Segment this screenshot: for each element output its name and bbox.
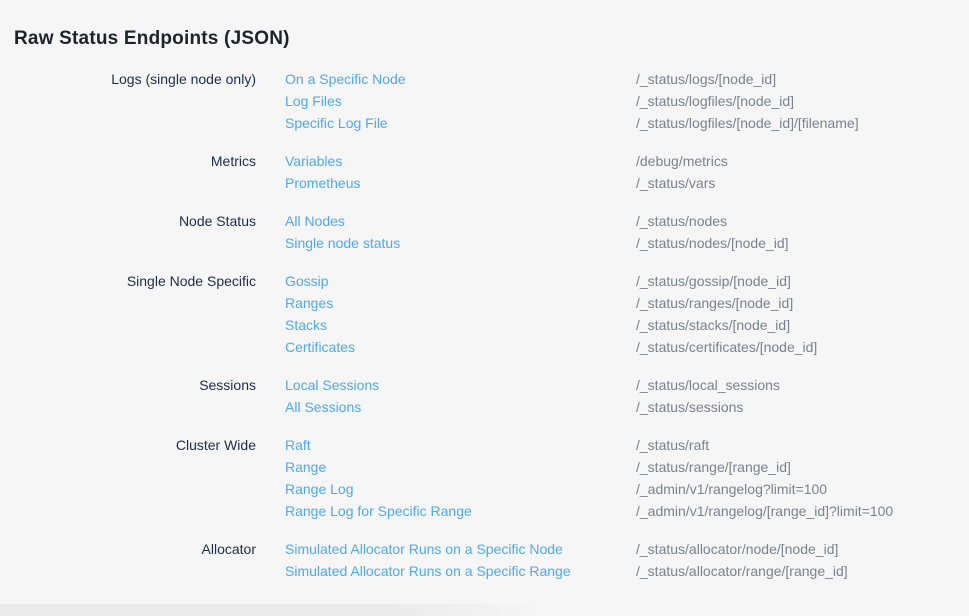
endpoint-link[interactable]: Gossip [285, 273, 329, 289]
endpoint-row: Prometheus /_status/vars [256, 172, 969, 194]
endpoint-path: /debug/metrics [636, 150, 728, 172]
category-label: Single Node Specific [0, 270, 256, 358]
endpoint-row: Local Sessions /_status/local_sessions [256, 374, 969, 396]
group-rows: All Nodes /_status/nodes Single node sta… [256, 210, 969, 254]
endpoint-path: /_status/certificates/[node_id] [636, 336, 817, 358]
endpoint-group: Logs (single node only) On a Specific No… [0, 68, 969, 134]
endpoint-path: /_status/gossip/[node_id] [636, 270, 791, 292]
endpoint-group: Single Node Specific Gossip /_status/gos… [0, 270, 969, 358]
endpoint-row: Certificates /_status/certificates/[node… [256, 336, 969, 358]
endpoint-group: Cluster Wide Raft /_status/raft Range /_… [0, 434, 969, 522]
endpoint-row: Simulated Allocator Runs on a Specific N… [256, 538, 969, 560]
endpoint-path: /_status/nodes [636, 210, 727, 232]
endpoint-link[interactable]: Variables [285, 153, 342, 169]
endpoint-group: Sessions Local Sessions /_status/local_s… [0, 374, 969, 418]
endpoint-link[interactable]: Local Sessions [285, 377, 379, 393]
endpoint-link[interactable]: Certificates [285, 339, 355, 355]
endpoint-link[interactable]: All Sessions [285, 399, 361, 415]
endpoint-row: Stacks /_status/stacks/[node_id] [256, 314, 969, 336]
endpoint-row: Gossip /_status/gossip/[node_id] [256, 270, 969, 292]
endpoint-link[interactable]: Raft [285, 437, 311, 453]
endpoint-link[interactable]: Prometheus [285, 175, 360, 191]
endpoint-group: Allocator Simulated Allocator Runs on a … [0, 538, 969, 582]
endpoint-row: Ranges /_status/ranges/[node_id] [256, 292, 969, 314]
endpoint-path: /_admin/v1/rangelog?limit=100 [636, 478, 827, 500]
endpoint-link[interactable]: Single node status [285, 235, 400, 251]
endpoint-row: Single node status /_status/nodes/[node_… [256, 232, 969, 254]
endpoint-groups: Logs (single node only) On a Specific No… [0, 68, 969, 582]
endpoint-row: Range Log /_admin/v1/rangelog?limit=100 [256, 478, 969, 500]
endpoint-link[interactable]: Simulated Allocator Runs on a Specific N… [285, 541, 563, 557]
endpoint-path: /_status/stacks/[node_id] [636, 314, 790, 336]
endpoint-path: /_status/range/[range_id] [636, 456, 791, 478]
endpoint-path: /_status/raft [636, 434, 709, 456]
endpoint-row: Range /_status/range/[range_id] [256, 456, 969, 478]
endpoint-row: All Nodes /_status/nodes [256, 210, 969, 232]
bottom-shadow [0, 604, 545, 616]
endpoint-link[interactable]: Ranges [285, 295, 333, 311]
endpoint-path: /_status/logs/[node_id] [636, 68, 776, 90]
endpoint-row: On a Specific Node /_status/logs/[node_i… [256, 68, 969, 90]
group-rows: Variables /debug/metrics Prometheus /_st… [256, 150, 969, 194]
endpoint-path: /_status/logfiles/[node_id] [636, 90, 794, 112]
endpoint-link[interactable]: Range Log for Specific Range [285, 503, 472, 519]
endpoint-row: Raft /_status/raft [256, 434, 969, 456]
endpoint-row: Variables /debug/metrics [256, 150, 969, 172]
endpoint-link[interactable]: Log Files [285, 93, 342, 109]
endpoint-path: /_status/vars [636, 172, 715, 194]
category-label: Logs (single node only) [0, 68, 256, 134]
category-label: Node Status [0, 210, 256, 254]
category-label: Allocator [0, 538, 256, 582]
endpoint-link[interactable]: Simulated Allocator Runs on a Specific R… [285, 563, 571, 579]
group-rows: Local Sessions /_status/local_sessions A… [256, 374, 969, 418]
group-rows: Raft /_status/raft Range /_status/range/… [256, 434, 969, 522]
endpoint-link[interactable]: Range Log [285, 481, 354, 497]
endpoint-row: Simulated Allocator Runs on a Specific R… [256, 560, 969, 582]
endpoint-row: All Sessions /_status/sessions [256, 396, 969, 418]
endpoint-row: Specific Log File /_status/logfiles/[nod… [256, 112, 969, 134]
category-label: Sessions [0, 374, 256, 418]
endpoint-group: Metrics Variables /debug/metrics Prometh… [0, 150, 969, 194]
endpoint-link[interactable]: All Nodes [285, 213, 345, 229]
group-rows: On a Specific Node /_status/logs/[node_i… [256, 68, 969, 134]
endpoint-path: /_status/logfiles/[node_id]/[filename] [636, 112, 859, 134]
endpoint-link[interactable]: Range [285, 459, 326, 475]
group-rows: Simulated Allocator Runs on a Specific N… [256, 538, 969, 582]
category-label: Cluster Wide [0, 434, 256, 522]
endpoint-path: /_status/nodes/[node_id] [636, 232, 789, 254]
endpoint-link[interactable]: Stacks [285, 317, 327, 333]
endpoint-path: /_status/allocator/node/[node_id] [636, 538, 838, 560]
endpoint-link[interactable]: On a Specific Node [285, 71, 406, 87]
endpoint-row: Log Files /_status/logfiles/[node_id] [256, 90, 969, 112]
endpoint-path: /_status/sessions [636, 396, 743, 418]
page-title: Raw Status Endpoints (JSON) [0, 13, 969, 53]
group-rows: Gossip /_status/gossip/[node_id] Ranges … [256, 270, 969, 358]
endpoint-group: Node Status All Nodes /_status/nodes Sin… [0, 210, 969, 254]
endpoint-path: /_status/local_sessions [636, 374, 780, 396]
endpoint-row: Range Log for Specific Range /_admin/v1/… [256, 500, 969, 522]
endpoint-link[interactable]: Specific Log File [285, 115, 388, 131]
endpoint-path: /_status/ranges/[node_id] [636, 292, 793, 314]
endpoint-path: /_status/allocator/range/[range_id] [636, 560, 848, 582]
endpoint-path: /_admin/v1/rangelog/[range_id]?limit=100 [636, 500, 893, 522]
category-label: Metrics [0, 150, 256, 194]
